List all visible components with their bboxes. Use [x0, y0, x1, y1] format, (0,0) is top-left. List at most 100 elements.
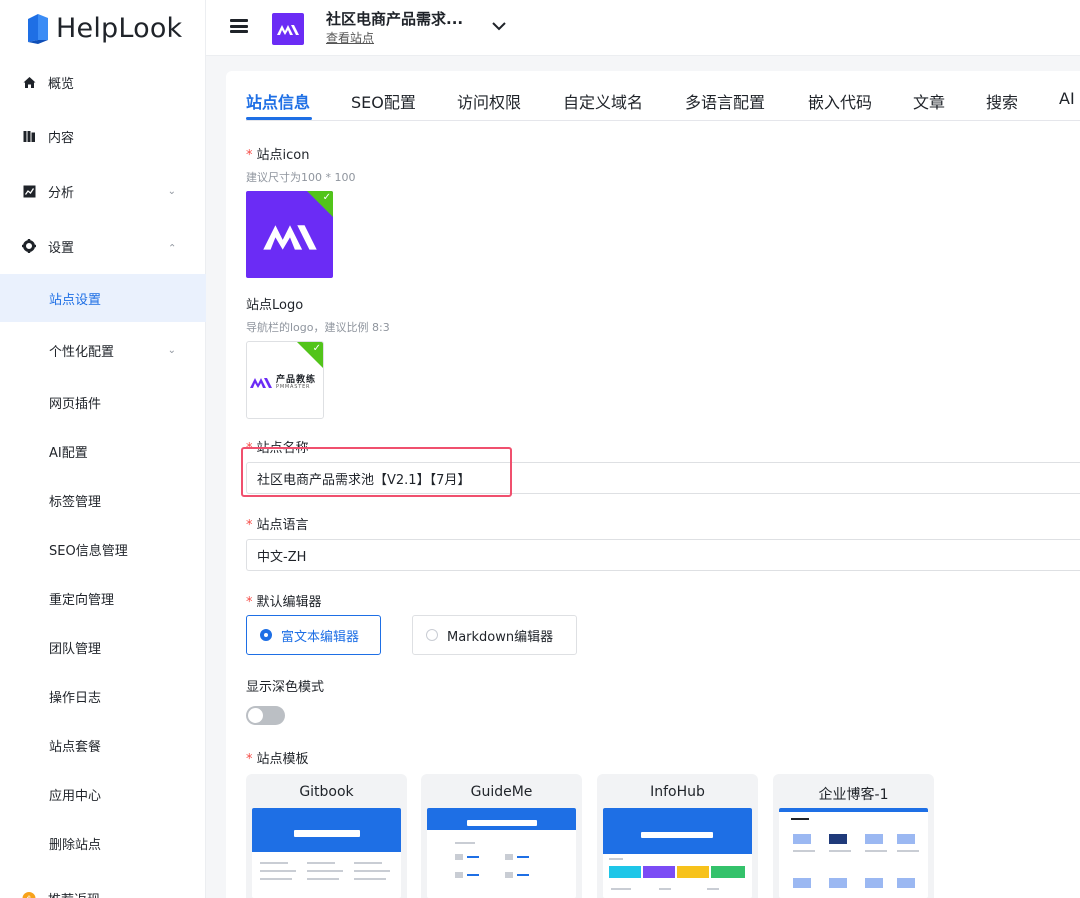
site-logo-upload[interactable]: 产品教练 PMMASTER ✓ — [246, 341, 324, 419]
sidebar-subitem-seo-management[interactable]: SEO信息管理 — [0, 525, 206, 573]
editor-option-richtext[interactable]: 富文本编辑器 — [246, 615, 381, 655]
site-icon-upload[interactable]: ✓ — [246, 191, 333, 278]
template-name: GuideMe — [470, 784, 533, 800]
sidebar-item-label: 设置 — [48, 240, 75, 256]
template-card-infohub[interactable]: InfoHub — [597, 774, 758, 898]
sidebar-item-label: 概览 — [48, 76, 75, 92]
sidebar-subitem-site-plan[interactable]: 站点套餐 — [0, 721, 206, 769]
site-language-label: * 站点语言 — [246, 514, 309, 533]
required-mark: * — [246, 595, 253, 610]
tab-seo[interactable]: SEO配置 — [351, 89, 416, 113]
site-logo-icon — [277, 25, 299, 35]
site-language-select[interactable]: 中文-ZH — [246, 539, 1080, 571]
chevron-down-icon[interactable] — [490, 17, 508, 35]
sidebar-subitem-redirect-management[interactable]: 重定向管理 — [0, 574, 206, 622]
active-tab-indicator — [246, 117, 312, 120]
template-card-enterprise-blog-1[interactable]: 企业博客-1 — [773, 774, 934, 898]
sidebar-subitem-label: 个性化配置 — [49, 344, 115, 360]
template-card-guideme[interactable]: GuideMe — [421, 774, 582, 898]
site-logo-label: 站点Logo — [246, 298, 304, 313]
sidebar-item-label: 推荐返现 — [48, 889, 100, 898]
view-site-link[interactable]: 查看站点 — [326, 29, 374, 46]
dark-mode-label: 显示深色模式 — [246, 680, 325, 695]
sidebar-subitem-tag-management[interactable]: 标签管理 — [0, 476, 206, 524]
sidebar-item-analytics[interactable]: 分析 ⌄ — [0, 173, 206, 209]
template-preview — [427, 808, 576, 898]
site-icon-image — [262, 224, 317, 250]
site-template-label: * 站点模板 — [246, 748, 309, 767]
sidebar-item-settings[interactable]: 设置 ⌄ — [0, 228, 206, 264]
dark-mode-toggle[interactable] — [246, 706, 285, 725]
radio-selected-icon — [260, 629, 272, 641]
settings-tabs: 站点信息 SEO配置 访问权限 自定义域名 多语言配置 嵌入代码 文章 搜索 A… — [246, 71, 1080, 121]
sidebar-subitem-personalization[interactable]: 个性化配置 ⌄ — [0, 326, 206, 374]
tab-search[interactable]: 搜索 — [986, 89, 1018, 113]
template-preview — [603, 808, 752, 898]
brand-logo[interactable]: HelpLook — [26, 8, 182, 48]
tab-embed-code[interactable]: 嵌入代码 — [808, 89, 872, 113]
helplook-logo-icon — [28, 14, 48, 44]
site-icon-label: * 站点icon — [246, 144, 309, 163]
sidebar-subitem-label: 操作日志 — [49, 690, 102, 706]
tab-multilang[interactable]: 多语言配置 — [685, 89, 765, 113]
chevron-down-icon: ⌄ — [167, 185, 176, 197]
site-title: 社区电商产品需求... — [326, 10, 464, 28]
chevron-down-icon: ⌄ — [167, 344, 176, 356]
sidebar-item-referral[interactable]: $ 推荐返现 — [0, 880, 206, 898]
radio-unselected-icon — [426, 629, 438, 641]
sidebar-subitem-label: 网页插件 — [49, 396, 102, 412]
logo-text-en: PMMASTER — [276, 384, 311, 390]
site-logo-mark-icon — [250, 378, 272, 388]
sidebar-item-label: 内容 — [48, 130, 75, 146]
sidebar-subitem-app-center[interactable]: 应用中心 — [0, 770, 206, 818]
book-icon — [22, 129, 36, 143]
sidebar-subitem-label: 站点套餐 — [49, 739, 102, 755]
sidebar-subitem-label: 站点设置 — [49, 292, 102, 308]
sidebar-subitem-label: AI配置 — [49, 445, 88, 461]
sidebar-subitem-site-settings[interactable]: 站点设置 — [0, 274, 206, 322]
tab-articles[interactable]: 文章 — [913, 89, 945, 113]
check-icon: ✓ — [312, 343, 321, 354]
default-editor-label-text: 默认编辑器 — [256, 595, 322, 610]
template-preview — [252, 808, 401, 898]
site-icon-hint: 建议尺寸为100 * 100 — [246, 171, 356, 184]
tab-site-info[interactable]: 站点信息 — [246, 89, 310, 113]
check-icon: ✓ — [322, 192, 331, 203]
sidebar-subitem-label: 团队管理 — [49, 641, 102, 657]
template-card-gitbook[interactable]: Gitbook — [246, 774, 407, 898]
sidebar-subitem-label: 重定向管理 — [49, 592, 115, 608]
sidebar-item-content[interactable]: 内容 — [0, 118, 206, 154]
template-name: InfoHub — [650, 784, 705, 800]
sidebar-subitem-team-management[interactable]: 团队管理 — [0, 623, 206, 671]
sidebar-subitem-label: SEO信息管理 — [49, 543, 128, 559]
sidebar-subitem-delete-site[interactable]: 删除站点 — [0, 819, 206, 867]
site-settings-card: 站点信息 SEO配置 访问权限 自定义域名 多语言配置 嵌入代码 文章 搜索 A… — [226, 71, 1080, 898]
site-avatar[interactable] — [272, 13, 304, 45]
template-name: 企业博客-1 — [818, 787, 889, 803]
site-language-value: 中文-ZH — [257, 549, 307, 565]
template-name: Gitbook — [299, 784, 354, 800]
sidebar-subitem-web-plugin[interactable]: 网页插件 — [0, 378, 206, 426]
default-editor-label: * 默认编辑器 — [246, 591, 322, 610]
sidebar: HelpLook 概览 内容 分析 ⌄ 设置 ⌄ 站点设置 个性化配置 ⌄ 网页… — [0, 0, 206, 898]
top-header: 社区电商产品需求... 查看站点 — [206, 0, 1080, 56]
brand-name: HelpLook — [56, 12, 183, 44]
sidebar-subitem-label: 标签管理 — [49, 494, 102, 510]
sidebar-subitem-operation-log[interactable]: 操作日志 — [0, 672, 206, 720]
tab-custom-domain[interactable]: 自定义域名 — [563, 89, 643, 113]
sidebar-subitem-ai-config[interactable]: AI配置 — [0, 427, 206, 475]
annotation-highlight-box — [241, 447, 512, 497]
sidebar-item-label: 分析 — [48, 185, 75, 201]
site-template-label-text: 站点模板 — [256, 752, 309, 767]
editor-option-markdown[interactable]: Markdown编辑器 — [412, 615, 577, 655]
site-language-label-text: 站点语言 — [256, 518, 309, 533]
tab-ai[interactable]: AI — [1059, 89, 1075, 108]
editor-option-label: Markdown编辑器 — [447, 629, 554, 645]
menu-toggle-icon[interactable] — [230, 19, 248, 33]
sidebar-item-overview[interactable]: 概览 — [0, 64, 206, 100]
home-icon — [22, 75, 36, 89]
toggle-knob — [248, 708, 263, 723]
tab-access[interactable]: 访问权限 — [457, 89, 521, 113]
sidebar-subitem-label: 应用中心 — [49, 788, 102, 804]
site-icon-label-text: 站点icon — [256, 148, 310, 163]
